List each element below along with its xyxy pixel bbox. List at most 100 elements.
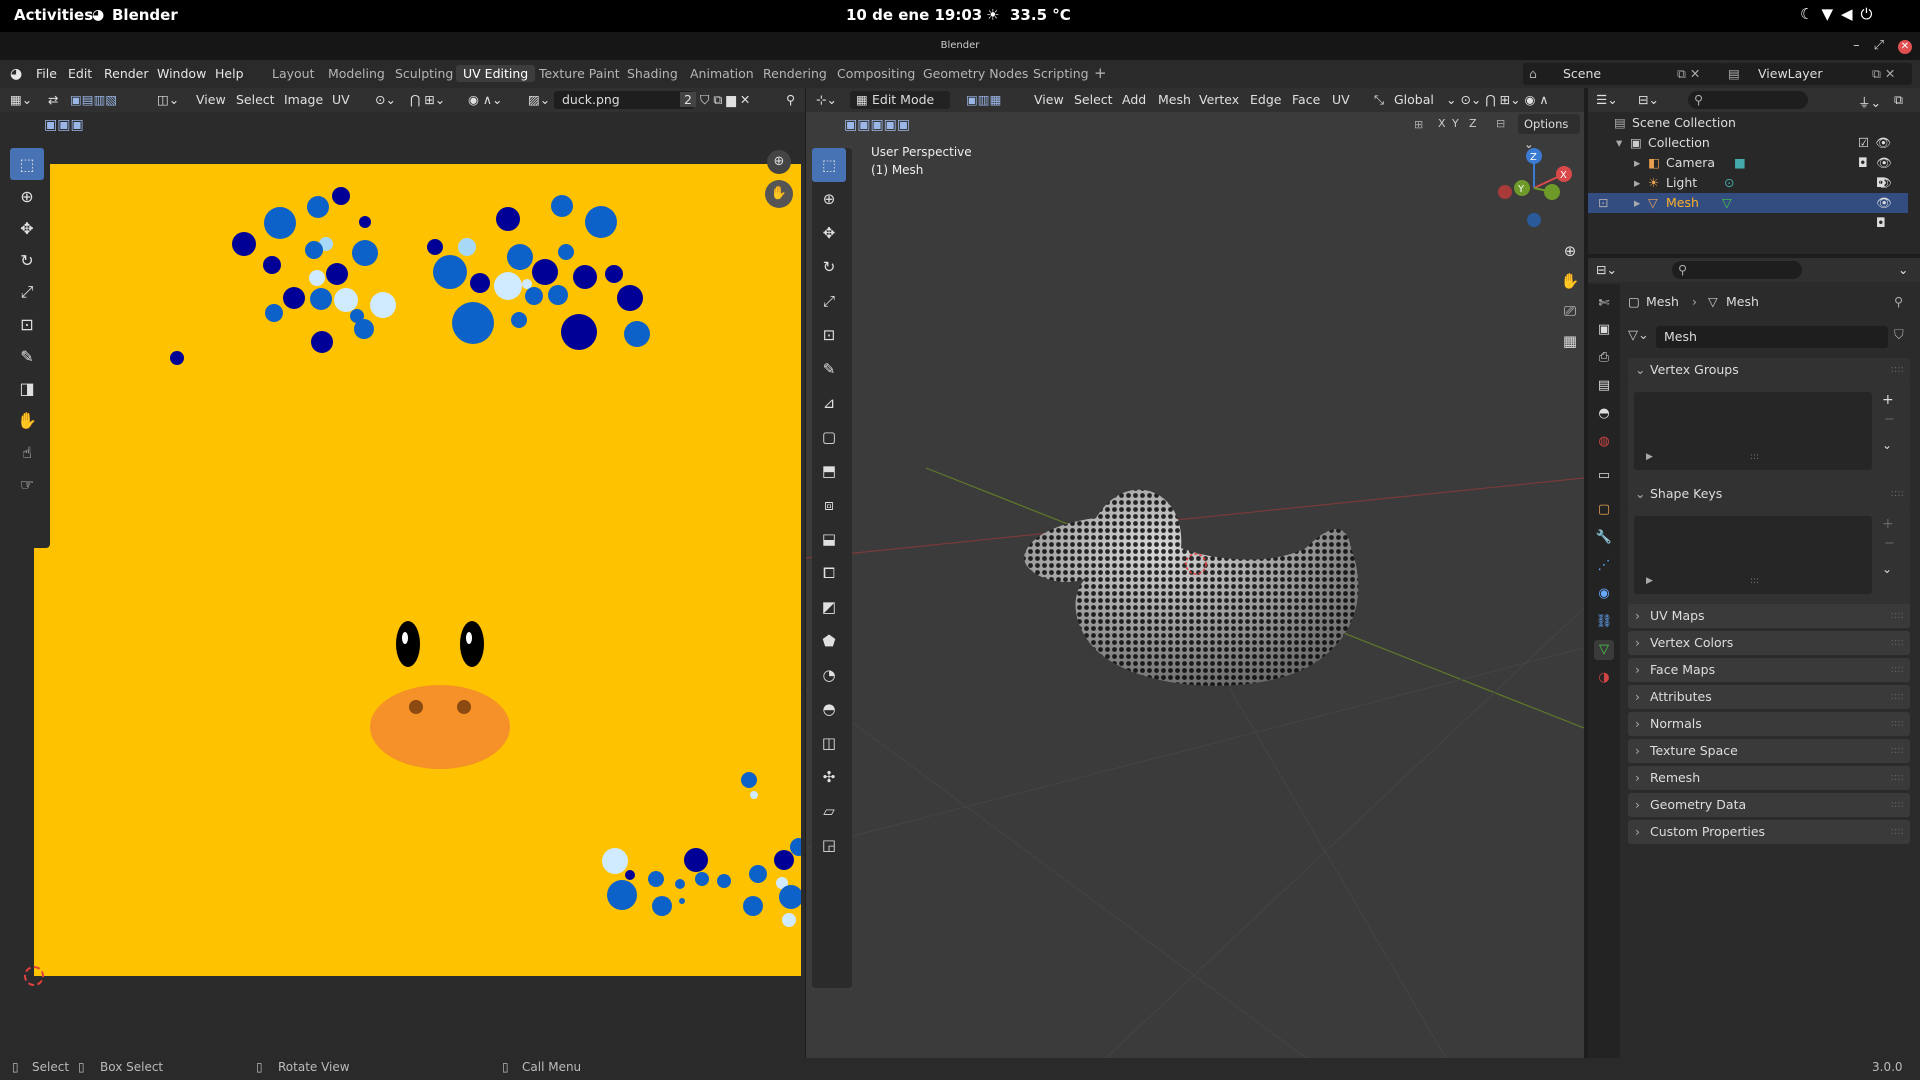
object-tab-icon[interactable]: ▢	[1594, 500, 1614, 520]
loop-cut-tool-icon[interactable]: ⧠	[812, 556, 846, 590]
panel-remesh[interactable]: › Remesh::::	[1628, 766, 1910, 790]
scale-tool-icon[interactable]: ⤢	[10, 276, 44, 308]
select-new-icon[interactable]: ▣▣▣	[44, 117, 84, 133]
add-vertex-group-icon[interactable]: +	[1882, 392, 1894, 408]
properties-type-icon[interactable]: ⊟⌄	[1596, 262, 1617, 277]
expand-icon[interactable]: ▾	[1616, 133, 1622, 153]
menu-vertex[interactable]: Vertex	[1199, 92, 1239, 107]
menu-view-3d[interactable]: View	[1034, 92, 1064, 107]
cursor-tool-3d-icon[interactable]: ⊕	[812, 182, 846, 216]
mode-selector[interactable]: ▦ Edit Mode	[850, 91, 950, 109]
drag-handle-icon[interactable]: ::::	[1891, 766, 1904, 790]
poly-build-tool-icon[interactable]: ⬟	[812, 624, 846, 658]
tab-geometry-nodes[interactable]: Geometry Nodes	[923, 66, 1028, 81]
panel-custom-properties[interactable]: › Custom Properties::::	[1628, 820, 1910, 844]
menu-select-3d[interactable]: Select	[1074, 92, 1113, 107]
panel-face-maps[interactable]: › Face Maps::::	[1628, 658, 1910, 682]
duck-texture-image[interactable]	[34, 164, 801, 976]
sticky-select-icon[interactable]: ◫⌄	[157, 92, 179, 107]
menu-add[interactable]: Add	[1122, 92, 1146, 107]
menu-uv[interactable]: UV	[332, 92, 350, 107]
tab-texture-paint[interactable]: Texture Paint	[539, 66, 620, 81]
weather-temp[interactable]: 33.5 °C	[1010, 6, 1071, 24]
proportional-edit-icon[interactable]: ◉ ∧⌄	[468, 92, 503, 107]
edit-mode-indicator-icon[interactable]: ⊡	[1598, 193, 1608, 213]
move-tool-3d-icon[interactable]: ✥	[812, 216, 846, 250]
mesh-data-icon[interactable]: ▽	[1722, 193, 1732, 213]
camera-data-icon[interactable]: ■	[1734, 153, 1746, 173]
remove-vertex-group-icon[interactable]: −	[1884, 412, 1895, 427]
mirror-axis-x[interactable]: X	[1438, 117, 1453, 130]
ortho-toggle-icon[interactable]: ▦	[1558, 326, 1582, 356]
tab-animation[interactable]: Animation	[690, 66, 754, 81]
panel-normals[interactable]: › Normals::::	[1628, 712, 1910, 736]
panel-attributes[interactable]: › Attributes::::	[1628, 685, 1910, 709]
outliner-row-collection[interactable]: ▾ ▣ Collection ☑👁◘	[1588, 133, 1908, 170]
list-resize-icon[interactable]: :::	[1750, 452, 1759, 462]
menu-uv-3d[interactable]: UV	[1332, 92, 1350, 107]
output-tab-icon[interactable]: ⎙	[1594, 348, 1614, 368]
smooth-tool-icon[interactable]: ◓	[812, 692, 846, 726]
menu-face[interactable]: Face	[1292, 92, 1320, 107]
filter-icon[interactable]: ⏚⌄	[1858, 92, 1881, 111]
system-tray[interactable]: ☾▼◀⏻	[1800, 5, 1880, 23]
panel-geometry-data[interactable]: › Geometry Data::::	[1628, 793, 1910, 817]
shape-key-specials-icon[interactable]: ⌄	[1882, 562, 1892, 576]
modifier-tab-icon[interactable]: 🔧	[1594, 528, 1614, 548]
transform-tool-3d-icon[interactable]: ⊡	[812, 318, 846, 352]
shrink-fatten-tool-icon[interactable]: ✣	[812, 760, 846, 794]
cursor-tool-icon[interactable]: ⊕	[10, 180, 44, 212]
inset-tool-icon[interactable]: ⧈	[812, 488, 846, 522]
pan-view-icon[interactable]: ✋	[1558, 266, 1582, 296]
pin-icon[interactable]: ⚲	[1894, 294, 1903, 309]
mirror-axis-y[interactable]: Y	[1452, 117, 1459, 130]
drag-handle-icon[interactable]: ::::	[1891, 793, 1904, 817]
physics-tab-icon[interactable]: ◉	[1594, 584, 1614, 604]
rip-region-tool-icon[interactable]: ◲	[812, 828, 846, 862]
move-tool-icon[interactable]: ✥	[10, 212, 44, 244]
select-mode-buttons-3d[interactable]: ▣▣▣▣▣	[844, 117, 910, 133]
editor-type-icon[interactable]: ▦⌄	[10, 92, 32, 107]
panel-vertex-colors[interactable]: › Vertex Colors::::	[1628, 631, 1910, 655]
tool-tab-icon[interactable]: ✄	[1594, 294, 1614, 314]
tab-shading[interactable]: Shading	[627, 66, 678, 81]
drag-handle-icon[interactable]: ::::	[1891, 739, 1904, 763]
image-actions-icons[interactable]: ⛉ ⧉ ▆ ✕	[700, 92, 750, 108]
shear-tool-icon[interactable]: ▱	[812, 794, 846, 828]
shape-keys-panel-header[interactable]: ⌄ Shape Keys ::::	[1628, 482, 1910, 506]
render-tab-icon[interactable]: ▣	[1594, 320, 1614, 340]
auto-merge-icon[interactable]: ⊟	[1496, 117, 1505, 130]
list-resize-icon[interactable]: :::	[1750, 576, 1759, 586]
collection-tab-icon[interactable]: ▭	[1594, 466, 1614, 486]
visibility-toggles[interactable]: 👁◘	[1876, 193, 1908, 233]
light-data-icon[interactable]: ⊙	[1724, 173, 1734, 193]
camera-view-icon[interactable]: ⎚	[1558, 296, 1582, 326]
measure-tool-icon[interactable]: ⊿	[812, 386, 846, 420]
scale-tool-3d-icon[interactable]: ⤢	[812, 284, 846, 318]
remove-shape-key-icon[interactable]: −	[1884, 536, 1895, 551]
tab-rendering[interactable]: Rendering	[763, 66, 827, 81]
zoom-view-icon[interactable]: ⊕	[1558, 236, 1582, 266]
pinch-tool-icon[interactable]: ☞	[10, 468, 44, 500]
menu-image[interactable]: Image	[284, 92, 323, 107]
outliner-search[interactable]: ⚲	[1688, 91, 1808, 109]
mesh-browse-icon[interactable]: ▽⌄	[1628, 328, 1649, 343]
close-icon[interactable]: ✕	[1898, 40, 1912, 54]
uv-select-mode-buttons[interactable]: ▣▣▣	[44, 117, 84, 133]
menu-edge[interactable]: Edge	[1250, 92, 1281, 107]
annotate-tool-icon[interactable]: ✎	[10, 340, 44, 372]
outliner-row-scene-collection[interactable]: ▤ Scene Collection	[1588, 113, 1908, 133]
add-shape-key-icon[interactable]: +	[1882, 516, 1894, 532]
shape-keys-list[interactable]: ▶ :::	[1634, 516, 1872, 594]
image-users[interactable]: 2	[680, 92, 696, 107]
edge-slide-tool-icon[interactable]: ◫	[812, 726, 846, 760]
add-workspace-icon[interactable]: +	[1094, 64, 1107, 82]
snap-pivot-icons[interactable]: ⌄ ⊙⌄ ⋂ ⊞⌄ ◉ ∧	[1446, 92, 1549, 107]
new-scene-icon[interactable]: ⧉ ✕	[1677, 66, 1700, 82]
select-box-tool-icon[interactable]: ⬚	[10, 148, 44, 180]
menu-file[interactable]: File	[36, 66, 57, 81]
fake-user-icon[interactable]: ⛉	[1894, 328, 1904, 343]
menu-select[interactable]: Select	[236, 92, 275, 107]
app-menu[interactable]: Blender	[112, 6, 178, 24]
panel-uv-maps[interactable]: › UV Maps::::	[1628, 604, 1910, 628]
